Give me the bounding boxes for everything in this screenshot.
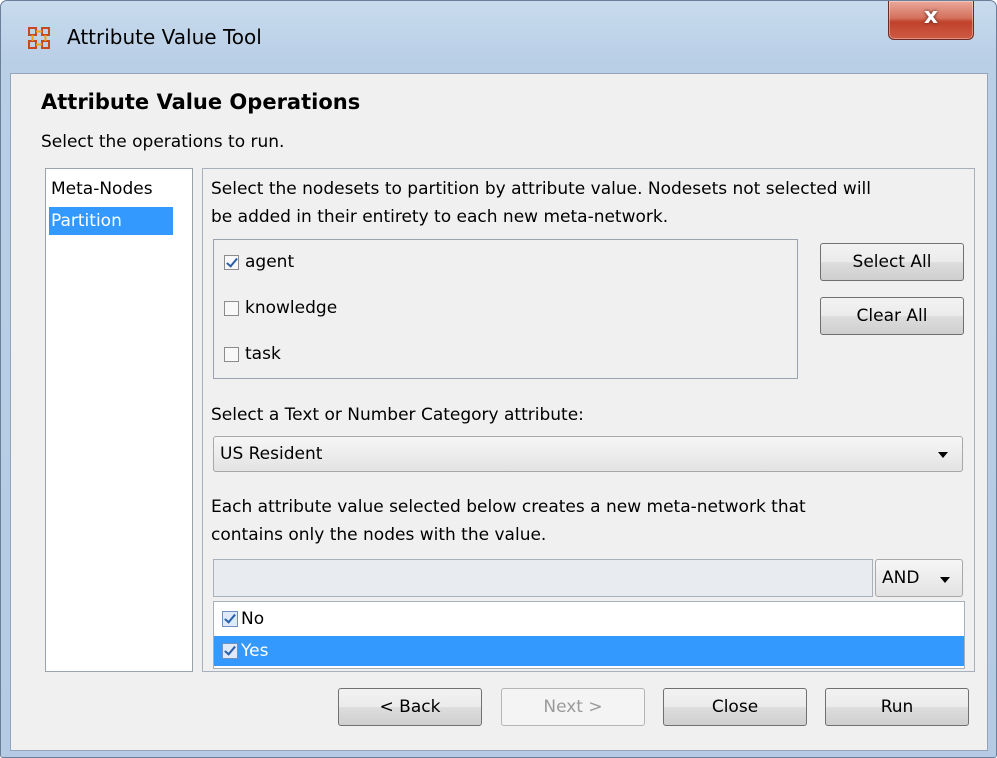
value-item-no[interactable]: No <box>214 604 964 634</box>
close-icon: x <box>923 4 939 29</box>
run-button[interactable]: Run <box>825 688 969 726</box>
nodeset-agent[interactable]: agent <box>224 250 294 274</box>
values-prompt-line2: contains only the nodes with the value. <box>211 525 547 545</box>
operation-item-partition[interactable]: Partition <box>49 207 173 235</box>
close-button[interactable]: Close <box>663 688 807 726</box>
nodeset-knowledge-label: knowledge <box>245 298 338 318</box>
operations-list[interactable]: Meta-Nodes Partition <box>45 168 193 672</box>
partition-panel: Select the nodesets to partition by attr… <box>202 168 975 672</box>
chevron-down-icon <box>940 577 950 583</box>
window-title: Attribute Value Tool <box>67 25 262 49</box>
app-icon <box>28 27 50 49</box>
value-no-checkbox[interactable] <box>222 611 238 627</box>
dialog-content: Attribute Value Operations Select the op… <box>10 73 988 751</box>
values-prompt-line1: Each attribute value selected below crea… <box>211 497 806 517</box>
select-all-button[interactable]: Select All <box>820 243 964 281</box>
nodeset-task[interactable]: task <box>224 342 281 366</box>
combine-mode-select[interactable]: AND <box>875 559 963 597</box>
value-item-yes[interactable]: Yes <box>214 636 964 666</box>
dialog-window: Attribute Value Tool x Attribute Value O… <box>0 0 997 758</box>
value-filter-input[interactable] <box>213 559 873 597</box>
attribute-values-list[interactable]: No Yes <box>213 601 965 669</box>
nodeset-task-checkbox[interactable] <box>224 346 239 362</box>
title-bar[interactable]: Attribute Value Tool x <box>1 1 996 73</box>
next-button[interactable]: Next > <box>501 688 645 726</box>
nodeset-knowledge-checkbox[interactable] <box>224 300 239 316</box>
page-subtitle: Select the operations to run. <box>41 132 285 152</box>
value-yes-label: Yes <box>241 641 269 661</box>
attribute-select[interactable]: US Resident <box>213 436 963 472</box>
partition-instructions-line1: Select the nodesets to partition by attr… <box>211 179 871 199</box>
nodeset-knowledge[interactable]: knowledge <box>224 296 337 320</box>
partition-instructions-line2: be added in their entirety to each new m… <box>211 207 669 227</box>
operation-item-meta-nodes[interactable]: Meta-Nodes <box>49 175 173 203</box>
value-no-label: No <box>241 609 265 629</box>
value-yes-checkbox[interactable] <box>222 643 238 659</box>
combine-mode-value: AND <box>882 568 920 588</box>
nodeset-agent-label: agent <box>245 252 295 272</box>
chevron-down-icon <box>938 452 948 458</box>
attribute-select-value: US Resident <box>220 444 323 464</box>
page-title: Attribute Value Operations <box>41 90 361 114</box>
nodeset-task-label: task <box>245 344 281 364</box>
nodeset-agent-checkbox[interactable] <box>224 254 239 270</box>
window-close-button[interactable]: x <box>888 1 974 40</box>
clear-all-button[interactable]: Clear All <box>820 297 964 335</box>
back-button[interactable]: < Back <box>338 688 482 726</box>
attribute-prompt: Select a Text or Number Category attribu… <box>211 405 584 425</box>
nodeset-checkbox-group: agent knowledge task <box>213 239 798 379</box>
